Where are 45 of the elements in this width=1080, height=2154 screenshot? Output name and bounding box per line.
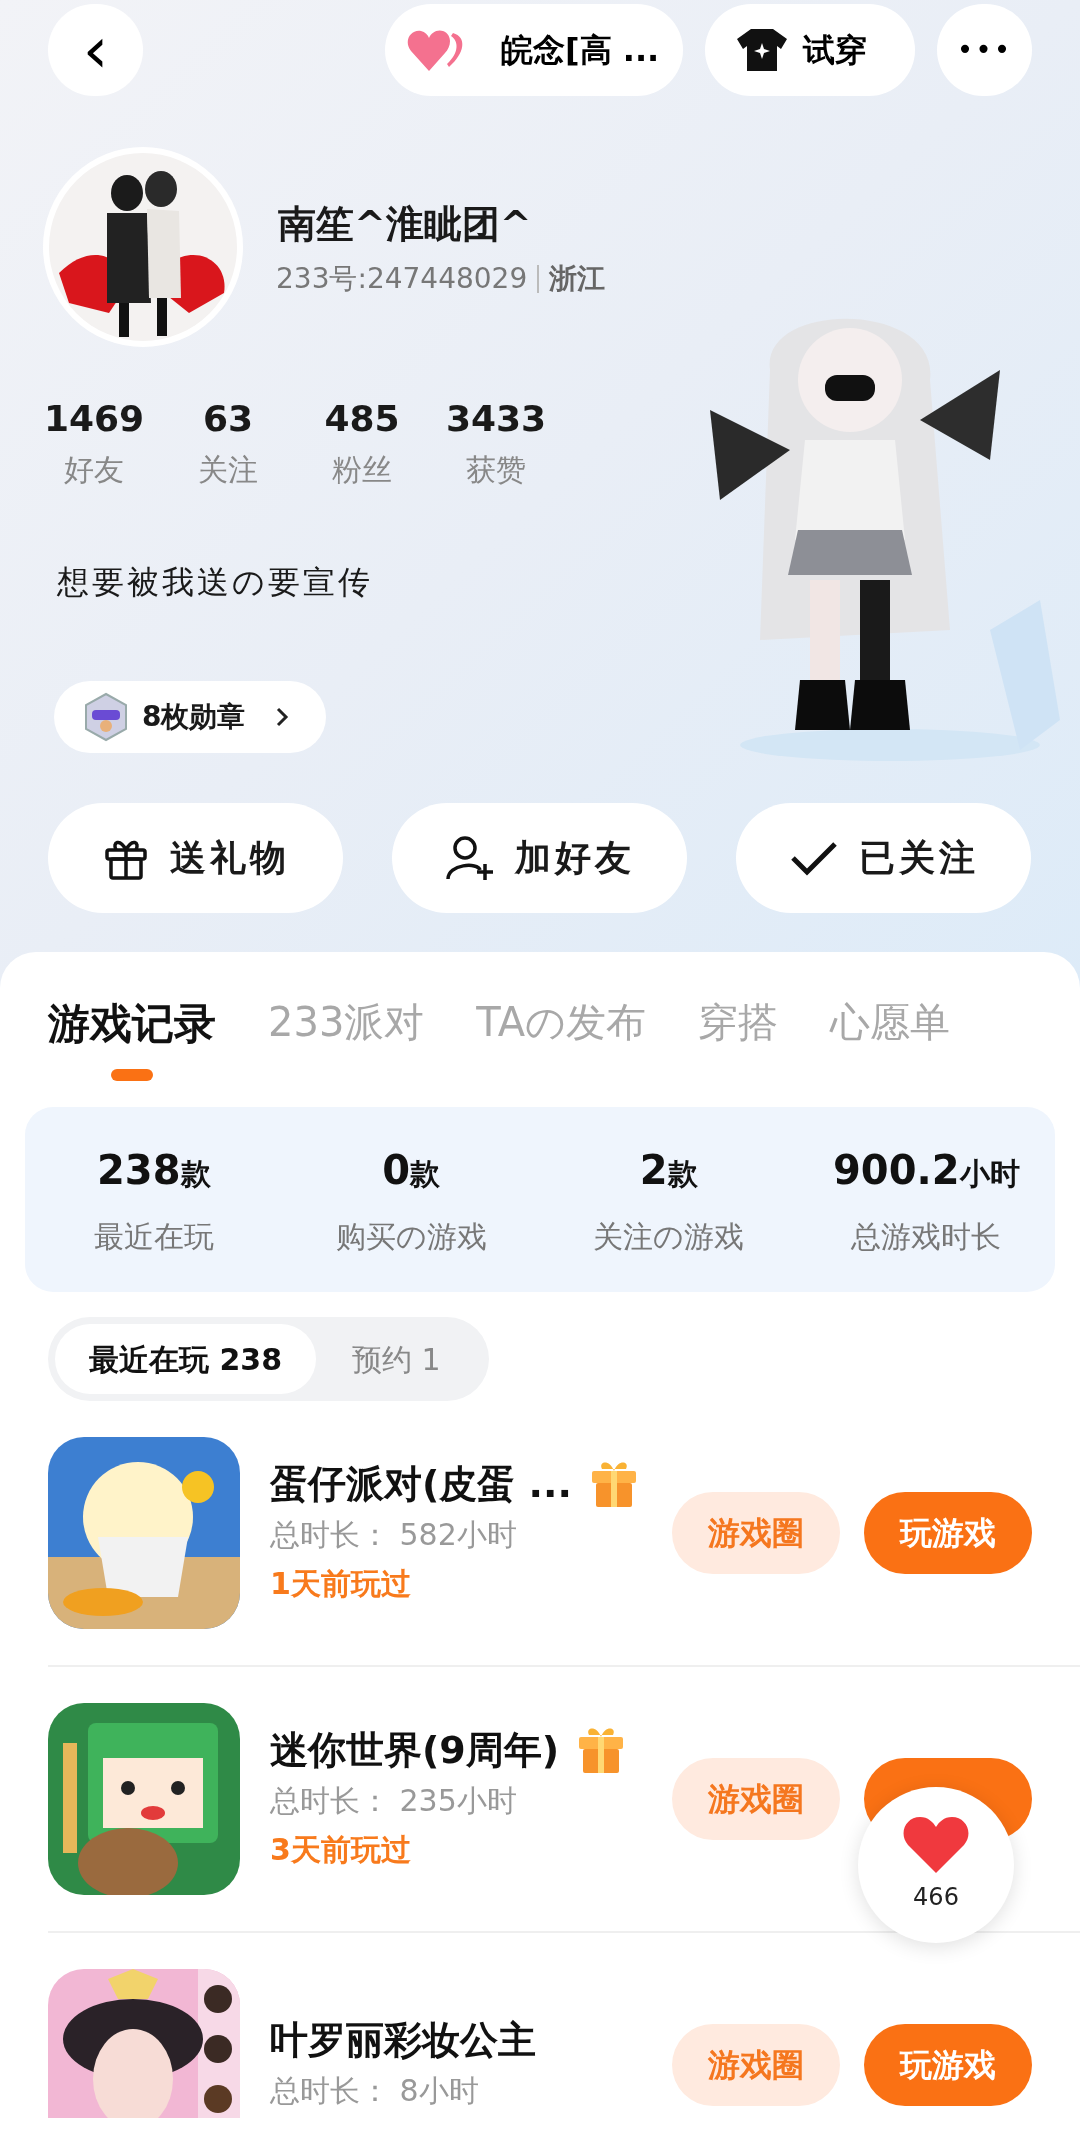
region-label: 浙江 — [549, 261, 606, 297]
add-friend-icon — [444, 834, 495, 882]
unit-label: 款 — [667, 1155, 698, 1193]
play-duration: 总时长： 235小时 — [270, 1782, 518, 1820]
heart-icon — [902, 1815, 970, 1875]
unit-label: 小时 — [959, 1155, 1020, 1193]
stat-label: 好友 — [64, 451, 124, 489]
user-name: 南笙^淮眦团^ — [278, 201, 532, 248]
stat-value: 485 — [324, 397, 400, 441]
stat-label: 粉丝 — [332, 451, 392, 489]
medal-icon — [82, 692, 130, 742]
summary-label: 最近在玩 — [93, 1218, 214, 1256]
relationship-button[interactable]: 皖念[高 ... — [385, 4, 683, 96]
send-gift-button[interactable]: 送礼物 — [48, 803, 343, 913]
filter-tab[interactable]: 最近在玩 238 — [55, 1324, 317, 1394]
bio-text: 想要被我送の要宣传 — [57, 562, 373, 603]
play-duration: 总时长： 8小时 — [270, 2072, 480, 2110]
medals-button[interactable]: 8枚勋章 — [54, 681, 326, 753]
user-id: 233号:247448029 — [276, 261, 528, 297]
tab-indicator — [111, 1069, 153, 1081]
play-duration: 总时长： 582小时 — [270, 1516, 518, 1554]
unit-label: 款 — [180, 1155, 211, 1193]
try-on-button[interactable]: 试穿 — [705, 4, 915, 96]
unit-label: 款 — [410, 1155, 441, 1193]
tab[interactable]: 游戏记录 — [48, 992, 216, 1055]
game-title: 迷你世界(9周年) — [270, 1727, 560, 1774]
add-friend-button[interactable]: 加好友 — [392, 803, 687, 913]
summary-value: 2 — [639, 1146, 668, 1195]
stat-label: 关注 — [198, 451, 258, 489]
summary-value: 238 — [97, 1146, 181, 1195]
last-played-text: 3天前玩过 — [270, 1831, 412, 1869]
summary-label: 总游戏时长 — [851, 1218, 1002, 1256]
summary-label: 关注の游戏 — [593, 1218, 745, 1256]
stat-label: 获赞 — [466, 451, 526, 489]
game-title: 蛋仔派对(皮蛋 ... — [270, 1461, 572, 1508]
summary-value: 900.2 — [833, 1146, 960, 1195]
stat-value: 1469 — [43, 397, 145, 441]
summary-label: 购买の游戏 — [335, 1218, 487, 1256]
stat-value: 3433 — [445, 397, 547, 441]
last-played-text: 1天前玩过 — [270, 1565, 412, 1603]
chevron-right-icon — [275, 706, 290, 728]
following-button[interactable]: 已关注 — [736, 803, 1031, 913]
game-title: 叶罗丽彩妆公主 — [270, 2017, 536, 2064]
shirt-icon — [735, 27, 789, 73]
stat-value: 63 — [202, 397, 254, 441]
